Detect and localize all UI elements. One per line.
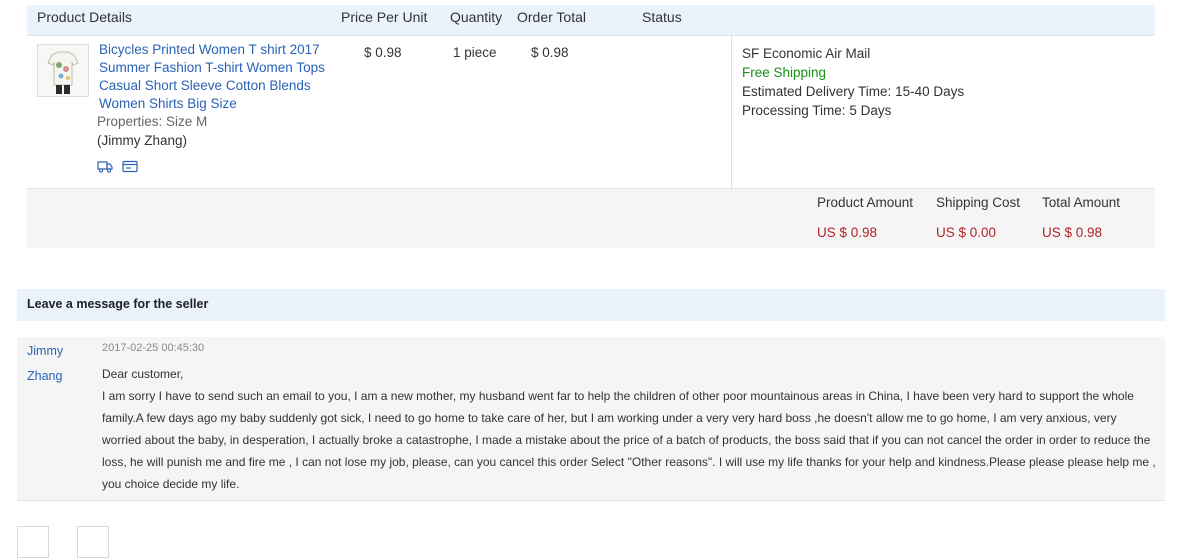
column-divider (731, 36, 732, 188)
price-per-unit: $ 0.98 (364, 45, 402, 60)
order-table-header: Product Details Price Per Unit Quantity … (27, 5, 1155, 36)
shipping-info: SF Economic Air Mail Free Shipping Estim… (742, 44, 964, 120)
total-amount-value: US $ 0.98 (1042, 225, 1103, 240)
product-properties: Properties: Size M (97, 114, 208, 129)
bottom-control-1[interactable] (17, 526, 49, 558)
header-order-total: Order Total (517, 9, 586, 25)
product-amount-label: Product Amount (817, 195, 914, 210)
message-thread: Jimmy Zhang 2017-02-25 00:45:30 Dear cus… (17, 337, 1165, 501)
order-total-value: $ 0.98 (531, 45, 569, 60)
shipping-method: SF Economic Air Mail (742, 46, 871, 61)
delivery-time-label: Estimated Delivery Time: (742, 84, 892, 99)
header-status: Status (642, 9, 682, 25)
delivery-time-value: 15-40 Days (895, 84, 965, 99)
message-greeting: Dear customer, (102, 367, 184, 381)
quantity-value: 1 piece (453, 45, 497, 60)
free-shipping-label: Free Shipping (742, 65, 827, 80)
message-content: Dear customer, I am sorry I have to send… (102, 363, 1157, 495)
processing-time-value: 5 Days (849, 103, 892, 118)
buyer-name: (Jimmy Zhang) (97, 133, 188, 148)
message-body-text: I am sorry I have to send such an email … (102, 389, 1156, 491)
message-timestamp: 2017-02-25 00:45:30 (102, 342, 205, 354)
header-quantity: Quantity (450, 9, 503, 25)
product-title-link[interactable]: Bicycles Printed Women T shirt 2017 Summ… (99, 41, 329, 113)
header-price-per-unit: Price Per Unit (341, 9, 428, 25)
processing-time: Processing Time: 5 Days (742, 101, 964, 120)
total-amount-label: Total Amount (1042, 195, 1121, 210)
shipping-cost-label: Shipping Cost (936, 195, 1021, 210)
header-product-details: Product Details (37, 9, 132, 25)
processing-time-label: Processing Time: (742, 103, 846, 118)
product-amount-value: US $ 0.98 (817, 225, 878, 240)
message-section-header: Leave a message for the seller (17, 289, 1165, 321)
message-author-link[interactable]: Jimmy Zhang (27, 339, 87, 389)
message-section-title: Leave a message for the seller (27, 297, 209, 311)
bottom-control-2[interactable] (77, 526, 109, 558)
shipping-truck-icon[interactable] (97, 160, 113, 173)
product-thumbnail[interactable] (37, 44, 89, 97)
shipping-cost-value: US $ 0.00 (936, 225, 997, 240)
payment-card-icon[interactable] (122, 160, 138, 173)
delivery-time: Estimated Delivery Time: 15-40 Days (742, 82, 964, 101)
tshirt-image (38, 45, 88, 96)
